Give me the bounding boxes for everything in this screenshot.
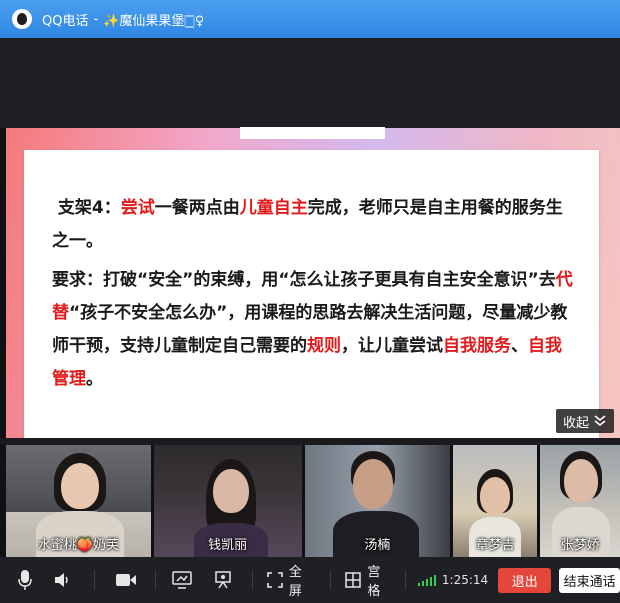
participant-name: 水蜜桃🍑奶芙 (37, 538, 119, 553)
signal-strength-icon (417, 574, 436, 586)
participant-tile[interactable]: 汤楠 (304, 445, 451, 557)
exit-button[interactable]: 退出 (498, 567, 552, 593)
end-call-button[interactable]: 结束通话 (559, 567, 620, 593)
participant-tile[interactable]: 钱凯丽 (153, 445, 302, 557)
participant-name: 章梦吉 (475, 538, 515, 553)
divider (251, 570, 253, 590)
highlight-text: 自我服务 (443, 336, 511, 356)
participant-tile[interactable]: 章梦吉 (453, 445, 538, 557)
slide-card: 支架4：尝试一餐两点由儿童自主完成，老师只是自主用餐的服务生之一。 要求：打破“… (24, 150, 599, 438)
grid-label: 宫格 (367, 565, 381, 599)
camera-icon[interactable] (115, 573, 137, 587)
qq-logo-icon (12, 9, 32, 29)
slide-header-strip (240, 127, 385, 139)
grid-view-button[interactable]: 宫格 (345, 561, 391, 599)
highlight-text: 尝试 (120, 198, 155, 218)
contact-name: ✨魔仙果果堡🀆♀ (103, 13, 205, 29)
participant-strip: 水蜜桃🍑奶芙 钱凯丽 汤楠 章梦吉 张梦娇 (0, 445, 620, 557)
call-toolbar: 全屏 宫格 1:25:14 退出 结束通话 (0, 557, 620, 603)
title-separator: - (93, 11, 99, 27)
divider (154, 570, 156, 590)
fullscreen-button[interactable]: 全屏 (267, 561, 313, 599)
text: 要求：打破“安全”的束缚，用“怎么让孩子更具有自主安全意识”去 (52, 270, 556, 290)
divider (94, 570, 95, 590)
participant-tile[interactable]: 水蜜桃🍑奶芙 (6, 445, 151, 557)
microphone-icon[interactable] (18, 569, 32, 591)
participant-name: 张梦娇 (560, 538, 600, 553)
screen-top-dark-area (0, 38, 620, 128)
screen-share-icon[interactable] (172, 571, 192, 589)
text: ，让儿童尝试 (341, 336, 443, 356)
app-title: QQ电话 (42, 13, 89, 29)
text: 、 (511, 336, 528, 356)
highlight-text: 儿童自主 (239, 198, 308, 218)
participant-name: 汤楠 (364, 538, 391, 553)
shared-screen-view[interactable]: 支架4：尝试一餐两点由儿童自主完成，老师只是自主用餐的服务生之一。 要求：打破“… (0, 38, 620, 438)
double-chevron-down-icon (593, 414, 607, 428)
slide-paragraph-1: 支架4：尝试一餐两点由儿童自主完成，老师只是自主用餐的服务生之一。 (52, 192, 577, 258)
call-timer: 1:25:14 (441, 573, 489, 587)
divider (404, 570, 406, 590)
slide-text: 支架4：尝试一餐两点由儿童自主完成，老师只是自主用餐的服务生之一。 要求：打破“… (52, 192, 577, 402)
fullscreen-icon (267, 572, 283, 588)
text: 一餐两点由 (154, 198, 240, 218)
speaker-icon[interactable] (54, 571, 72, 589)
title-bar[interactable]: QQ电话 - ✨魔仙果果堡🀆♀ (0, 0, 620, 38)
present-icon[interactable] (214, 571, 232, 589)
participant-tile[interactable]: 张梦娇 (540, 445, 620, 557)
divider (330, 570, 332, 590)
collapse-button[interactable]: 收起 (556, 409, 614, 433)
grid-icon (345, 572, 362, 588)
highlight-text: 规则 (307, 336, 341, 356)
slide-paragraph-2: 要求：打破“安全”的束缚，用“怎么让孩子更具有自主安全意识”去代替“孩子不安全怎… (52, 264, 577, 396)
text: 支架4： (57, 198, 121, 218)
participant-name: 钱凯丽 (208, 538, 248, 553)
text: 。 (86, 369, 103, 389)
collapse-label: 收起 (562, 415, 589, 431)
fullscreen-label: 全屏 (288, 565, 302, 599)
